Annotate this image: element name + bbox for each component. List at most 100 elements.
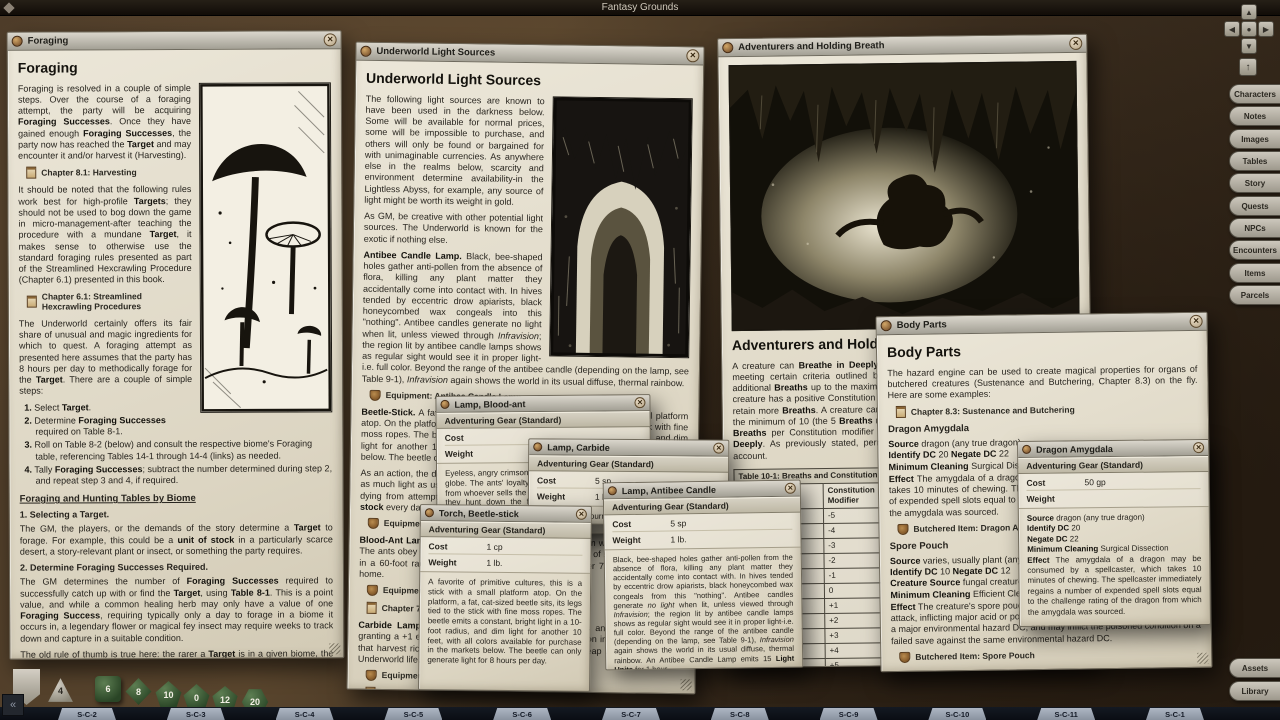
window-title: Underworld Light Sources [376,46,495,59]
window-title: Lamp, Carbide [547,442,610,452]
app-menu-icon[interactable] [3,2,14,13]
item-icon [370,390,381,401]
cost-value[interactable]: 1 cp [486,541,502,551]
hotkey-tab[interactable]: S-C-1 [1146,708,1204,720]
link-label: Butchered Item: Spore Pouch [915,650,1035,662]
sidebar-item-images[interactable]: Images [1229,129,1280,149]
window-titlebar[interactable]: Foraging × [8,31,341,50]
cost-label: Cost [612,518,670,529]
hotkey-tab[interactable]: S-C-9 [820,708,878,720]
resize-grip[interactable] [329,643,340,654]
close-icon[interactable]: × [1190,315,1203,328]
weight-value[interactable]: 1 lb. [670,534,686,544]
window-title: Lamp, Antibee Candle [622,484,716,495]
die-d4[interactable]: 4 [47,677,74,704]
sidebar-item-npcs[interactable]: NPCs [1229,218,1280,238]
item-icon [366,670,377,681]
weight-value[interactable]: 1 lb. [486,557,502,567]
cost-value[interactable]: 5 sp [670,518,686,528]
weight-label: Weight [537,491,595,501]
item-type-label: Adventuring Gear (Standard) [437,411,650,429]
close-icon[interactable]: × [634,397,645,408]
page-title: Body Parts [887,340,1197,362]
cave-creature-illustration [728,61,1079,331]
cost-label: Cost [428,541,486,552]
list-item: 4. Tally Foraging Successes; subtract th… [20,463,333,487]
item-type-label: Adventuring Gear (Standard) [421,521,591,539]
page-title: Underworld Light Sources [366,70,693,92]
window-title: Adventurers and Holding Breath [738,40,884,53]
close-icon[interactable]: × [576,509,587,520]
popup-torch-beetle-stick: Torch, Beetle-stick × Adventuring Gear (… [418,504,592,692]
story-content: Foraging [8,49,344,658]
chat-corner-button[interactable] [2,694,24,716]
sidebar-item-quests[interactable]: Quests [1229,196,1280,216]
item-icon [899,652,910,663]
book-icon [27,296,37,308]
popup-dragon-amygdala: Dragon Amygdala × Adventuring Gear (Stan… [1017,439,1211,627]
close-icon[interactable]: × [1193,442,1204,453]
die-d6[interactable]: 6 [95,676,121,702]
die-face: 4 [58,686,63,696]
sub-step-heading: 2. Determine Foraging Successes Required… [20,561,333,574]
story-link-chapter-8-3[interactable]: Chapter 8.3: Sustenance and Butchering [896,402,1198,418]
pan-right-icon[interactable]: ▶ [1258,21,1274,37]
story-link-harvesting[interactable]: Chapter 8.1: Harvesting [26,166,191,179]
hotkey-tab[interactable]: S-C-2 [58,708,116,720]
sidebar-item-tables[interactable]: Tables [1229,151,1280,171]
collapse-ui-icon[interactable]: ↑ [1239,58,1257,76]
book-icon [367,602,377,614]
close-icon[interactable]: × [785,483,796,494]
item-description: Black, bee-shaped holes gather anti-poll… [605,548,803,671]
field-row: Cost 1 cp [428,538,582,556]
close-icon[interactable]: × [1069,37,1082,50]
hotkey-tab[interactable]: S-C-7 [602,708,660,720]
mushroom-illustration [199,82,332,413]
cost-label: Cost [445,432,503,443]
hotkey-tab[interactable]: S-C-8 [711,708,769,720]
link-label: Chapter 8.1: Harvesting [41,167,136,178]
pan-center-icon[interactable]: ● [1241,21,1257,37]
item-link-spore-pouch[interactable]: Butchered Item: Spore Pouch [899,648,1201,663]
pan-up-icon[interactable]: ▲ [1241,4,1257,20]
die-d8[interactable]: 8 [125,678,152,705]
pan-left-icon[interactable]: ◀ [1224,21,1240,37]
die-d10[interactable]: 10 [155,681,182,708]
link-label: Chapter 8.3: Sustenance and Butchering [911,405,1075,418]
sidebar-item-items[interactable]: Items [1229,263,1280,283]
sidebar-item-parcels[interactable]: Parcels [1229,285,1280,305]
window-titlebar[interactable]: Lamp, Carbide × [529,439,728,456]
story-icon [360,46,371,57]
window-titlebar[interactable]: Torch, Beetle-stick × [421,505,591,523]
sidebar-item-library[interactable]: Library [1229,681,1280,701]
window-titlebar[interactable]: Lamp, Blood-ant × [436,395,649,413]
close-icon[interactable]: × [686,49,699,62]
sidebar-item-notes[interactable]: Notes [1229,106,1280,126]
popup-lamp-antibee-candle: Lamp, Antibee Candle × Adventuring Gear … [603,480,804,671]
resize-grip[interactable] [1197,653,1208,664]
hotkey-tab[interactable]: S-C-11 [1037,708,1095,720]
close-icon[interactable]: × [713,443,724,454]
pan-down-icon[interactable]: ▼ [1241,38,1257,54]
hotkey-tab[interactable]: S-C-3 [167,708,225,720]
close-icon[interactable]: × [324,33,337,46]
die-face: 0 [194,693,199,703]
sidebar-item-assets[interactable]: Assets [1229,658,1280,678]
hotkey-tab[interactable]: S-C-4 [276,708,334,720]
window-titlebar[interactable]: Dragon Amygdala × [1018,440,1208,458]
cost-label: Cost [1026,477,1084,488]
sidebar-item-characters[interactable]: Characters [1229,84,1280,104]
item-icon [368,518,379,529]
sidebar-item-story[interactable]: Story [1229,173,1280,193]
hotkey-tab[interactable]: S-C-5 [384,708,442,720]
sidebar-item-encounters[interactable]: Encounters [1229,240,1280,260]
cave-tunnel-illustration [549,96,693,358]
weight-label: Weight [428,557,486,568]
hotkey-tab[interactable]: S-C-6 [493,708,551,720]
cost-value[interactable]: 50 gp [1084,477,1105,487]
resize-grip[interactable] [681,679,692,690]
list-item: 2. Determine Foraging Successes required… [19,414,332,438]
story-link-hexcrawling[interactable]: Chapter 6.1: Streamlined Hexcrawling Pro… [27,290,192,312]
hotkey-tab[interactable]: S-C-10 [928,708,986,720]
story-icon [722,42,733,53]
